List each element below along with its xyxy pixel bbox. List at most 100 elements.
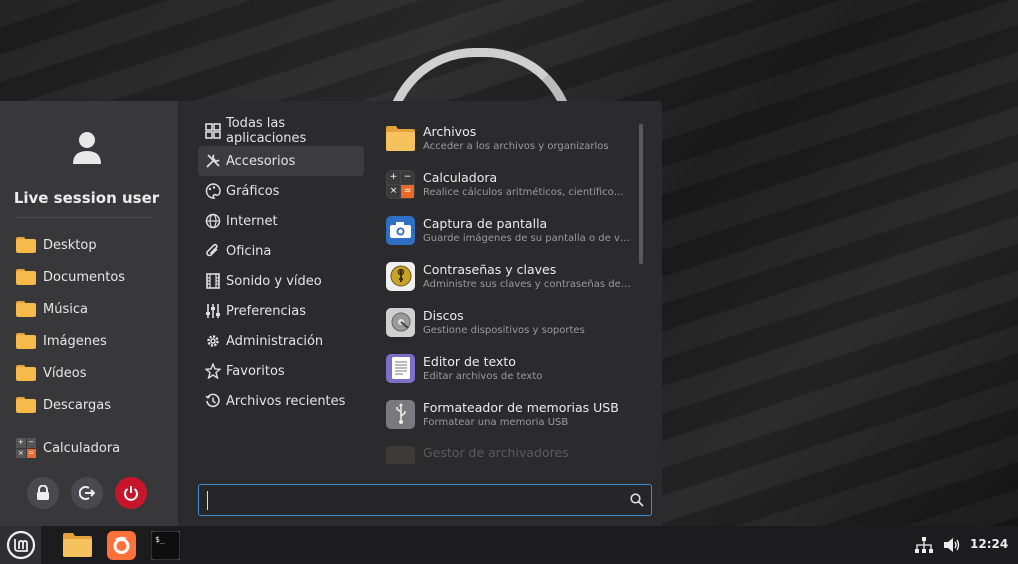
folder-icon xyxy=(16,237,36,253)
category-favoritos[interactable]: Favoritos xyxy=(198,356,364,386)
film-icon xyxy=(206,273,220,289)
app-captura-de-pantalla[interactable]: Captura de pantalla Guarde imágenes de s… xyxy=(386,210,636,250)
category-accesorios[interactable]: Accesorios xyxy=(198,146,364,176)
category-sonido-y-video[interactable]: Sonido y vídeo xyxy=(198,266,364,296)
archive-icon xyxy=(386,445,415,464)
logout-button[interactable] xyxy=(71,477,103,509)
place-musica[interactable]: Música xyxy=(16,297,88,321)
keyring-icon xyxy=(386,261,415,291)
category-label: Oficina xyxy=(226,243,272,259)
app-desc: Gestione dispositivos y soportes xyxy=(423,325,585,336)
app-name: Calculadora xyxy=(423,170,498,185)
app-calculadora[interactable]: + − × = Calculadora Realice cálculos ari… xyxy=(386,164,636,204)
place-label: Descargas xyxy=(43,397,112,413)
terminal-launcher[interactable]: $_ xyxy=(150,530,180,560)
lock-icon xyxy=(37,485,49,500)
app-archivos[interactable]: Archivos Acceder a los archivos y organi… xyxy=(386,118,636,158)
application-menu: Live session user Desktop Documentos Mús… xyxy=(0,101,662,526)
sliders-icon xyxy=(206,304,220,318)
app-desc: Realice cálculos aritméticos, científico… xyxy=(423,187,624,198)
app-editor-de-texto[interactable]: Editor de texto Editar archivos de texto xyxy=(386,348,636,388)
category-internet[interactable]: Internet xyxy=(198,206,364,236)
category-archivos-recientes[interactable]: Archivos recientes xyxy=(198,386,364,416)
category-label: Sonido y vídeo xyxy=(226,273,322,289)
bottom-panel: $_ 12:24 xyxy=(0,526,1018,564)
calculator-icon: + − × = xyxy=(386,169,415,199)
place-label: Vídeos xyxy=(43,365,87,381)
search-input[interactable] xyxy=(207,491,617,510)
lock-screen-button[interactable] xyxy=(27,477,59,509)
favorite-label: Calculadora xyxy=(43,440,121,456)
paperclip-icon xyxy=(206,243,218,257)
app-name: Gestor de archivadores xyxy=(423,444,569,460)
search-icon xyxy=(630,493,644,507)
app-discos[interactable]: Discos Gestione dispositivos y soportes xyxy=(386,302,636,342)
app-name: Archivos xyxy=(423,124,477,139)
place-label: Imágenes xyxy=(43,333,107,349)
app-name: Contraseñas y claves xyxy=(423,262,557,277)
disk-icon xyxy=(386,307,415,337)
terminal-icon: $_ xyxy=(150,530,180,560)
grid-icon xyxy=(205,123,221,139)
files-icon xyxy=(62,533,92,557)
category-graficos[interactable]: Gráficos xyxy=(198,176,364,206)
user-avatar-icon xyxy=(73,132,101,164)
volume-icon[interactable] xyxy=(943,537,961,553)
gear-icon xyxy=(207,335,219,347)
category-administracion[interactable]: Administración xyxy=(198,326,364,356)
app-gestor-de-archivadores[interactable]: Gestor de archivadores xyxy=(386,440,636,464)
palette-icon xyxy=(205,183,221,199)
category-label: Todas las aplicaciones xyxy=(226,116,307,146)
svg-text:$_: $_ xyxy=(155,535,165,544)
category-todas-las-aplicaciones[interactable]: Todas las aplicaciones xyxy=(198,116,364,146)
star-icon xyxy=(205,363,221,379)
app-desc: Acceder a los archivos y organizarlos xyxy=(423,141,609,152)
folder-icon xyxy=(386,124,415,153)
calculator-icon: + − × = xyxy=(16,438,36,458)
place-imagenes[interactable]: Imágenes xyxy=(16,329,107,353)
menu-button[interactable] xyxy=(0,526,41,564)
app-name: Formateador de memorias USB xyxy=(423,400,619,415)
logout-icon xyxy=(79,486,95,500)
category-label: Internet xyxy=(226,213,278,229)
favorite-calculadora[interactable]: + − × = Calculadora xyxy=(16,437,120,459)
search-box xyxy=(198,484,652,516)
network-icon[interactable] xyxy=(915,537,933,554)
category-label: Accesorios xyxy=(226,153,296,169)
folder-icon xyxy=(16,333,36,349)
mint-logo-icon xyxy=(6,530,35,560)
history-icon xyxy=(205,393,220,408)
camera-icon xyxy=(386,215,415,245)
menu-sidebar: Live session user Desktop Documentos Mús… xyxy=(0,101,178,526)
folder-icon xyxy=(16,301,36,317)
clock[interactable]: 12:24 xyxy=(970,537,1008,551)
place-desktop[interactable]: Desktop xyxy=(16,233,97,257)
user-name: Live session user xyxy=(13,189,160,207)
category-label: Administración xyxy=(226,333,324,349)
category-preferencias[interactable]: Preferencias xyxy=(198,296,364,326)
app-desc: Editar archivos de texto xyxy=(423,371,543,382)
usb-icon xyxy=(386,399,415,429)
power-icon xyxy=(124,486,138,501)
files-launcher[interactable] xyxy=(62,530,92,560)
app-desc: Guarde imágenes de su pantalla o de v… xyxy=(423,233,630,244)
place-documentos[interactable]: Documentos xyxy=(16,265,125,289)
place-label: Desktop xyxy=(43,237,97,253)
app-contrasenas-y-claves[interactable]: Contraseñas y claves Administre sus clav… xyxy=(386,256,636,296)
globe-icon xyxy=(205,213,221,229)
app-name: Discos xyxy=(423,308,464,323)
place-descargas[interactable]: Descargas xyxy=(16,393,111,417)
apps-scrollbar[interactable] xyxy=(639,124,643,264)
shutdown-button[interactable] xyxy=(115,477,147,509)
firefox-launcher[interactable] xyxy=(106,530,136,560)
category-label: Gráficos xyxy=(226,183,280,199)
tools-icon xyxy=(206,154,220,168)
place-videos[interactable]: Vídeos xyxy=(16,361,86,385)
firefox-icon xyxy=(106,530,136,560)
text-editor-icon xyxy=(386,353,415,383)
category-oficina[interactable]: Oficina xyxy=(198,236,364,266)
app-name: Captura de pantalla xyxy=(423,216,548,231)
folder-icon xyxy=(16,397,36,413)
app-name: Editor de texto xyxy=(423,354,516,369)
app-formateador-de-memorias-usb[interactable]: Formateador de memorias USB Formatear un… xyxy=(386,394,636,434)
